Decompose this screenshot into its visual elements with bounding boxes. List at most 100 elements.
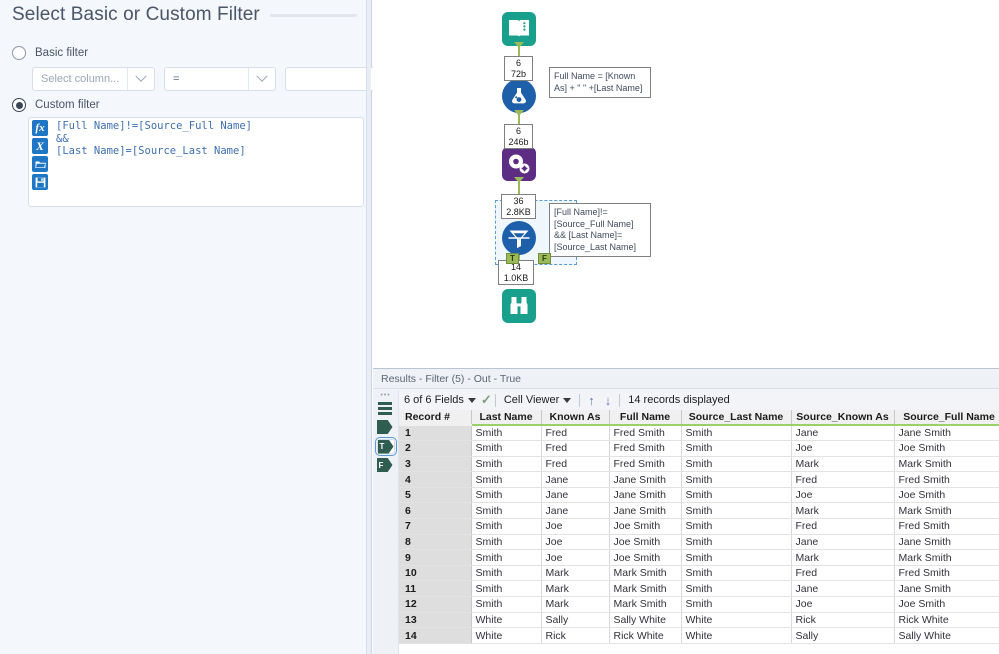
table-cell[interactable]: Jane (791, 425, 895, 442)
cell-record-number[interactable]: 11 (399, 580, 472, 598)
table-cell[interactable]: Joe Smith (894, 596, 999, 613)
table-row[interactable]: 3 Smith Fred Fred Smith Smith Mark Mark Smith (399, 456, 999, 473)
check-icon[interactable]: ✓ (481, 392, 492, 408)
table-cell[interactable]: Jane Smith (894, 580, 999, 598)
table-cell[interactable]: Jane Smith (894, 425, 999, 442)
custom-filter-radio[interactable] (12, 98, 26, 112)
table-cell[interactable]: Joe Smith (894, 440, 999, 457)
input-data-tool[interactable] (502, 12, 536, 46)
table-row[interactable]: 5 Smith Jane Jane Smith Smith Joe Joe Smith (399, 487, 999, 504)
cell-record-number[interactable]: 9 (399, 549, 472, 566)
table-cell[interactable]: Fred (541, 440, 610, 457)
table-row[interactable]: 8 Smith Joe Joe Smith Smith Jane Jane Smith (399, 534, 999, 551)
table-cell[interactable]: Smith (681, 502, 792, 520)
table-cell[interactable]: Joe (541, 534, 610, 551)
chevron-down-icon[interactable] (563, 397, 572, 403)
filter-tool[interactable] (502, 221, 536, 255)
table-cell[interactable]: Smith (681, 456, 792, 473)
variable-icon[interactable]: X (32, 138, 48, 154)
operator-select[interactable]: = (164, 67, 276, 91)
table-cell[interactable]: Smith (471, 565, 542, 582)
anchor-true[interactable]: T (374, 437, 397, 456)
table-cell[interactable]: Rick White (609, 627, 682, 644)
open-folder-icon[interactable] (32, 156, 48, 172)
filter-false-anchor[interactable]: F (538, 253, 551, 264)
column-header-known-as[interactable]: Known As (541, 410, 610, 426)
table-cell[interactable]: Mark (791, 502, 895, 520)
table-cell[interactable]: Joe (791, 487, 895, 504)
cell-record-number[interactable]: 8 (399, 534, 472, 551)
cell-record-number[interactable]: 10 (399, 565, 472, 582)
save-icon[interactable] (32, 174, 48, 190)
cell-record-number[interactable]: 1 (399, 425, 472, 442)
cell-record-number[interactable]: 6 (399, 502, 472, 520)
table-cell[interactable]: White (681, 627, 792, 644)
table-row[interactable]: 12 Smith Mark Mark Smith Smith Joe Joe Smith (399, 596, 999, 613)
table-cell[interactable]: Mark Smith (894, 549, 999, 566)
results-grid[interactable]: Record # Last Name Known As Full Name So… (399, 410, 999, 654)
column-select[interactable]: Select column... (32, 67, 155, 91)
table-cell[interactable]: Jane (541, 502, 610, 520)
table-cell[interactable]: Smith (471, 596, 542, 613)
table-cell[interactable]: Smith (471, 518, 542, 535)
table-cell[interactable]: Smith (681, 580, 792, 598)
column-header-source-full-name[interactable]: Source_Full Name (894, 410, 999, 426)
config-panel-scroll-edge[interactable] (366, 0, 371, 654)
table-row[interactable]: 11 Smith Mark Mark Smith Smith Jane Jane Smith (399, 580, 999, 598)
table-cell[interactable]: Mark (541, 596, 610, 613)
column-header-last-name[interactable]: Last Name (471, 410, 542, 426)
table-cell[interactable]: Smith (681, 440, 792, 457)
table-row[interactable]: 4 Smith Jane Jane Smith Smith Fred Fred Smith (399, 471, 999, 488)
table-row[interactable]: 6 Smith Jane Jane Smith Smith Mark Mark Smith (399, 502, 999, 520)
column-header-source-last-name[interactable]: Source_Last Name (681, 410, 792, 426)
table-cell[interactable]: Sally (541, 612, 610, 629)
table-cell[interactable]: Smith (471, 425, 542, 442)
table-cell[interactable]: Smith (681, 471, 792, 488)
table-cell[interactable]: Rick (541, 627, 610, 644)
table-cell[interactable]: Jane Smith (609, 502, 682, 520)
table-cell[interactable]: Jane (541, 487, 610, 504)
table-cell[interactable]: Joe (541, 549, 610, 566)
table-cell[interactable]: Jane Smith (609, 471, 682, 488)
table-cell[interactable]: Jane (541, 471, 610, 488)
table-row[interactable]: 10 Smith Mark Mark Smith Smith Fred Fred Smith (399, 565, 999, 582)
table-cell[interactable]: Smith (681, 487, 792, 504)
table-cell[interactable]: Smith (471, 487, 542, 504)
table-cell[interactable]: Rick White (894, 612, 999, 629)
table-cell[interactable]: Mark Smith (609, 580, 682, 598)
table-cell[interactable]: Jane (791, 534, 895, 551)
table-cell[interactable]: Mark (541, 565, 610, 582)
table-cell[interactable]: Jane Smith (894, 534, 999, 551)
table-row[interactable]: 7 Smith Joe Joe Smith Smith Fred Fred Smith (399, 518, 999, 535)
cell-record-number[interactable]: 14 (399, 627, 472, 644)
list-view-icon[interactable] (377, 400, 394, 416)
table-cell[interactable]: Fred Smith (894, 471, 999, 488)
table-cell[interactable]: Sally (791, 627, 895, 644)
browse-tool[interactable] (502, 289, 536, 323)
table-cell[interactable]: Mark (791, 456, 895, 473)
table-cell[interactable]: Mark Smith (894, 456, 999, 473)
custom-filter-radio-row[interactable]: Custom filter (12, 98, 100, 112)
table-cell[interactable]: Fred Smith (894, 565, 999, 582)
fields-selector[interactable]: 6 of 6 Fields (399, 394, 481, 406)
table-cell[interactable]: Mark Smith (609, 596, 682, 613)
table-row[interactable]: 9 Smith Joe Joe Smith Smith Mark Mark Smith (399, 549, 999, 566)
table-cell[interactable]: Smith (681, 425, 792, 442)
table-cell[interactable]: Smith (471, 580, 542, 598)
table-cell[interactable]: Sally White (894, 627, 999, 644)
table-cell[interactable]: Fred Smith (609, 425, 682, 442)
table-cell[interactable]: Joe Smith (609, 518, 682, 535)
cell-record-number[interactable]: 3 (399, 456, 472, 473)
table-row[interactable]: 2 Smith Fred Fred Smith Smith Joe Joe Smith (399, 440, 999, 457)
column-header-full-name[interactable]: Full Name (609, 410, 682, 426)
table-cell[interactable]: Rick (791, 612, 895, 629)
table-cell[interactable]: Fred Smith (894, 518, 999, 535)
table-cell[interactable]: White (681, 612, 792, 629)
basic-filter-radio-row[interactable]: Basic filter (12, 46, 88, 60)
table-cell[interactable]: Joe Smith (609, 549, 682, 566)
filter-true-anchor[interactable]: T (506, 253, 519, 264)
table-cell[interactable]: Joe Smith (609, 534, 682, 551)
table-cell[interactable]: Smith (471, 440, 542, 457)
table-cell[interactable]: Sally White (609, 612, 682, 629)
formula-icon[interactable]: fx (32, 120, 48, 136)
